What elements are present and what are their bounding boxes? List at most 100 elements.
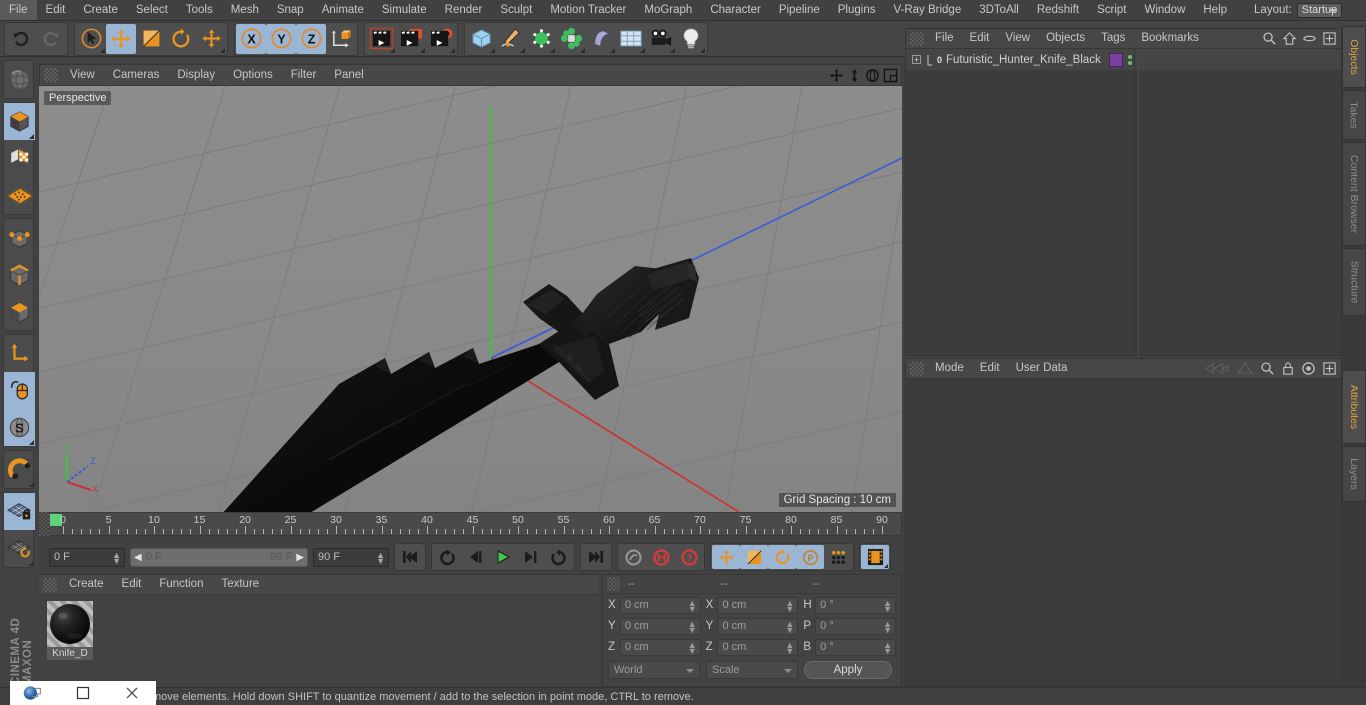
add-spline-button[interactable] (496, 24, 526, 54)
add-floor-button[interactable] (616, 24, 646, 54)
coord-field-size-z[interactable]: 0 cm ▲ ▼ (717, 638, 799, 656)
undo-button[interactable] (6, 24, 36, 54)
preview-range-slider[interactable]: ◀ 0 F 90 F ▶ (130, 547, 308, 567)
eye-icon[interactable] (1302, 31, 1317, 46)
key-scale-button[interactable] (740, 545, 768, 569)
go-to-end-button[interactable] (582, 545, 610, 569)
render-view-button[interactable] (366, 24, 396, 54)
menu-item-edit[interactable]: Edit (37, 0, 75, 20)
menu-item-help[interactable]: Help (1194, 0, 1236, 20)
material-menu-edit[interactable]: Edit (113, 575, 151, 594)
object-menu-file[interactable]: File (927, 29, 962, 48)
go-to-start-button[interactable] (396, 545, 424, 569)
menu-item-simulate[interactable]: Simulate (373, 0, 436, 20)
range-left-arrow-icon[interactable]: ◀ (134, 552, 142, 563)
go-to-previous-frame-button[interactable] (433, 545, 461, 569)
close-icon[interactable] (107, 686, 156, 700)
menu-item-pipeline[interactable]: Pipeline (770, 0, 829, 20)
timeline-ruler[interactable]: 0 5 10 15 20 25 30 35 40 45 50 55 60 65 70 75 80 85 90 (49, 512, 902, 536)
panel-grip-icon[interactable] (607, 577, 621, 591)
rotate-orbit-icon[interactable] (865, 68, 880, 83)
menu-item-snap[interactable]: Snap (268, 0, 313, 20)
tab-content-browser[interactable]: Content Browser (1342, 142, 1366, 246)
menu-item-redshift[interactable]: Redshift (1028, 0, 1088, 20)
key-rotation-button[interactable] (768, 545, 796, 569)
loop-button[interactable] (545, 545, 573, 569)
viewport-menu-cameras[interactable]: Cameras (104, 65, 169, 85)
attr-menu-edit[interactable]: Edit (972, 359, 1008, 378)
home-icon[interactable] (1282, 31, 1297, 46)
tab-takes[interactable]: Takes (1342, 90, 1366, 140)
axis-modification-button[interactable] (4, 335, 35, 372)
material-thumbnail[interactable] (47, 601, 93, 647)
menu-item-script[interactable]: Script (1088, 0, 1135, 20)
coordinate-system-button[interactable] (326, 24, 356, 54)
coord-field-size-y[interactable]: 0 cm ▲ ▼ (717, 617, 799, 635)
object-menu-tags[interactable]: Tags (1093, 29, 1133, 48)
play-button[interactable] (489, 545, 517, 569)
coord-field-rot-p[interactable]: 0 ° ▲ ▼ (815, 617, 897, 635)
magnet-tool-button[interactable] (4, 451, 35, 488)
panel-grip-icon[interactable] (910, 361, 924, 376)
menu-item-select[interactable]: Select (127, 0, 177, 20)
panel-grip-icon[interactable] (43, 577, 57, 592)
timeline-grip-icon[interactable] (39, 512, 49, 536)
menu-item-render[interactable]: Render (436, 0, 492, 20)
spinner-icon[interactable]: ▲ ▼ (688, 598, 697, 613)
menu-item-window[interactable]: Window (1135, 0, 1194, 20)
points-mode-button[interactable] (4, 219, 35, 256)
menu-item-sculpt[interactable]: Sculpt (491, 0, 541, 20)
material-menu-texture[interactable]: Texture (212, 575, 268, 594)
material-menu-create[interactable]: Create (60, 575, 113, 594)
spinner-icon[interactable]: ▲ ▼ (883, 619, 892, 634)
redo-button[interactable] (36, 24, 66, 54)
coord-field-size-x[interactable]: 0 cm ▲ ▼ (717, 596, 799, 614)
tab-layers[interactable]: Layers (1342, 446, 1366, 502)
coord-field-pos-y[interactable]: 0 cm ▲ ▼ (619, 617, 701, 635)
minimize-icon[interactable] (59, 686, 108, 700)
menu-item-create[interactable]: Create (74, 0, 127, 20)
max-frame-field[interactable]: 90 F ▲ ▼ (313, 547, 389, 567)
x-axis-lock-button[interactable]: X (236, 23, 266, 54)
coord-field-pos-z[interactable]: 0 cm ▲ ▼ (619, 638, 701, 656)
live-selection-button[interactable] (76, 24, 106, 54)
viewport-menu-filter[interactable]: Filter (282, 65, 326, 85)
spinner-icon[interactable]: ▲ ▼ (883, 598, 892, 613)
spinner-icon[interactable]: ▲ ▼ (688, 640, 697, 655)
render-region-button[interactable] (396, 24, 426, 54)
new-tab-icon[interactable] (1322, 361, 1337, 376)
material-menu-function[interactable]: Function (150, 575, 212, 594)
object-menu-bookmarks[interactable]: Bookmarks (1133, 29, 1207, 48)
scale-tool-button[interactable] (136, 24, 166, 54)
enable-snapping-button[interactable] (4, 372, 35, 409)
pan-move-icon[interactable] (829, 68, 844, 83)
panel-grip-icon[interactable] (44, 68, 58, 82)
add-generator-button[interactable] (526, 24, 556, 54)
workplane-mode-button[interactable] (4, 177, 35, 214)
spinner-icon[interactable]: ▲ ▼ (785, 598, 794, 613)
material-item[interactable]: Knife_D (47, 601, 93, 660)
target-icon[interactable] (1301, 361, 1316, 376)
model-mode-button[interactable] (4, 103, 35, 140)
key-pla-button[interactable] (824, 545, 852, 569)
object-row-knife[interactable]: + 0 Futuristic_Hunter_Knife_Black (906, 49, 1341, 71)
spinner-icon[interactable]: ▲ ▼ (785, 640, 794, 655)
menu-item-file[interactable]: File (0, 0, 37, 20)
apply-button[interactable]: Apply (804, 661, 892, 679)
viewport-menu-display[interactable]: Display (168, 65, 224, 85)
play-backwards-button[interactable] (461, 545, 489, 569)
tab-structure[interactable]: Structure (1342, 248, 1366, 316)
object-menu-view[interactable]: View (997, 29, 1038, 48)
attr-menu-user-data[interactable]: User Data (1008, 359, 1076, 378)
attr-menu-mode[interactable]: Mode (927, 359, 972, 378)
coord-field-rot-h[interactable]: 0 ° ▲ ▼ (815, 596, 897, 614)
material-tag-icon[interactable] (1108, 52, 1123, 67)
menu-item-mograph[interactable]: MoGraph (635, 0, 701, 20)
object-visibility-dots[interactable] (1127, 54, 1132, 65)
coord-field-pos-x[interactable]: 0 cm ▲ ▼ (619, 596, 701, 614)
lock-icon[interactable] (1281, 361, 1295, 376)
record-active-objects-button[interactable] (647, 545, 675, 569)
spinner-icon[interactable]: ▲ ▼ (688, 619, 697, 634)
keyframe-selection-button[interactable]: ? (675, 545, 703, 569)
timeline-window-button[interactable] (861, 545, 889, 569)
